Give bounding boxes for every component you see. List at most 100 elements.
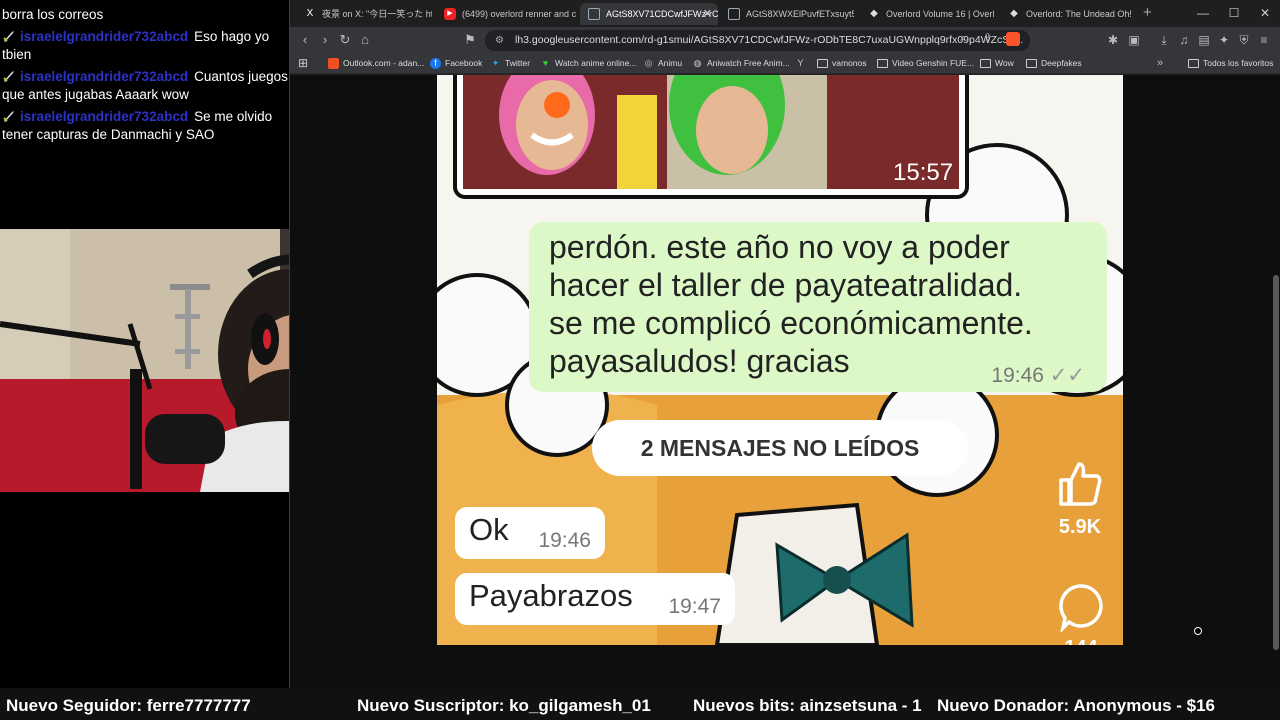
bits-alert: Nuevos bits: ainzsetsuna - 1 <box>693 696 922 715</box>
bookmark-item[interactable]: ◎ Animu <box>643 53 683 74</box>
meme-image: 15:57 perdón. este año no voy a poder ha… <box>437 75 1123 645</box>
double-check-icon: ✓✓ <box>1049 364 1085 387</box>
like-count: 5.9K <box>1058 516 1102 538</box>
bookmark-folder[interactable]: Video Genshin FUE... <box>877 53 974 74</box>
bookmark-label: Aniwatch Free Anim... <box>707 58 790 68</box>
subscriber-alert: Nuevo Suscriptor: ko_gilgamesh_01 <box>357 696 651 715</box>
folder-icon <box>980 59 991 68</box>
reload-button[interactable]: ↻ <box>336 31 354 49</box>
new-tab-button[interactable]: + <box>1143 3 1152 23</box>
browser-tab-active[interactable]: AGtS8XV71CDCwfJFWz-rC ✕ <box>580 3 718 25</box>
download-icon[interactable]: ⤓ <box>1156 32 1172 48</box>
message-line: hacer el taller de payateatralidad. <box>549 267 1023 303</box>
reply-bubble: Ok 19:46 <box>455 507 605 559</box>
tab-title: (6499) overlord renner and clim <box>462 9 576 19</box>
chat-message: israelelgrandrider732abcd Se me olvido te… <box>2 108 288 144</box>
bookmark-folder[interactable]: Deepfakes <box>1026 53 1082 74</box>
brave-shields-icon[interactable] <box>1006 32 1020 46</box>
reply-text: Ok <box>469 512 509 547</box>
chat-message-text: borra los correos <box>2 7 104 22</box>
zoom-icon[interactable]: ⌕ <box>960 30 966 46</box>
message-time: 19:46 ✓✓ <box>991 363 1085 388</box>
chat-username[interactable]: israelelgrandrider732abcd <box>20 69 188 84</box>
all-bookmarks-folder[interactable]: Todos los favoritos <box>1188 53 1273 74</box>
message-line: perdón. este año no voy a poder <box>549 229 1010 265</box>
bookmark-label: Wow <box>995 58 1014 68</box>
sword-badge-icon <box>3 111 14 122</box>
tab-strip: X 夜景 on X: "今日一笑った https: ▶ (6499) overl… <box>290 0 1280 27</box>
x-icon: X <box>306 8 314 19</box>
bookmark-folder[interactable]: vamonos <box>817 53 867 74</box>
stream-alert-bar: Nuevo Seguidor: ferre7777777 Nuevo Suscr… <box>0 688 1280 720</box>
reply-time: 19:46 <box>538 529 591 552</box>
donor-alert: Nuevo Donador: Anonymous - $16 <box>937 696 1216 715</box>
browser-toolbar: ‹ › ↻ ⌂ ⚑ ⚙ lh3.googleusercontent.com/rd… <box>290 27 1280 53</box>
bookmark-item[interactable]: ♥ Watch anime online... <box>540 53 637 74</box>
sword-badge-icon <box>3 31 14 42</box>
aniwatch-icon: ◍ <box>693 58 702 68</box>
like-thumb-icon[interactable] <box>1055 458 1105 508</box>
address-bar[interactable]: ⚙ lh3.googleusercontent.com/rd-g1smui/AG… <box>485 30 1030 51</box>
bookmark-folder[interactable]: Wow <box>980 53 1014 74</box>
message-line: se me complicó económicamente. <box>549 305 1033 341</box>
bookmark-label: Outlook.com - adan... <box>343 58 425 68</box>
wallet-icon[interactable]: ▤ <box>1196 32 1212 48</box>
bookmark-label: Animu <box>658 58 683 68</box>
stream-chat: borra los correos israelelgrandrider732a… <box>0 0 290 230</box>
chat-username[interactable]: israelelgrandrider732abcd <box>20 109 188 124</box>
follower-alert: Nuevo Seguidor: ferre7777777 <box>6 696 251 715</box>
chat-message: israelelgrandrider732abcd Cuantos juegos … <box>2 68 288 104</box>
twitter-icon: ✦ <box>491 58 500 68</box>
site-info-icon[interactable]: ⚙ <box>495 30 504 51</box>
menu-icon[interactable]: ≡ <box>1256 32 1272 48</box>
url-text: lh3.googleusercontent.com/rd-g1smui/AGtS… <box>515 34 1024 46</box>
maximize-button[interactable]: ☐ <box>1219 3 1249 23</box>
close-window-button[interactable]: ✕ <box>1250 3 1280 23</box>
page-viewport: 15:57 perdón. este año no voy a poder ha… <box>290 75 1280 688</box>
y-icon: Y <box>797 58 804 68</box>
reply-text: Payabrazos <box>469 578 633 613</box>
reply-time: 19:47 <box>668 595 721 618</box>
bookmark-item[interactable]: Outlook.com - adan... <box>328 53 424 74</box>
browser-tab[interactable]: X 夜景 on X: "今日一笑った https: <box>296 3 432 25</box>
browser-tab[interactable]: AGtS8XWXElPuvfETxsuyt5jNU <box>720 3 854 25</box>
chat-username[interactable]: israelelgrandrider732abcd <box>20 29 188 44</box>
share-icon[interactable]: ⇪ <box>983 30 992 46</box>
folder-icon <box>1026 59 1037 68</box>
page-scrollbar[interactable] <box>1273 275 1279 650</box>
sidebar-icon[interactable]: ▣ <box>1126 32 1142 48</box>
comment-bubble-icon[interactable] <box>1057 582 1107 632</box>
tab-title: Overlord Volume 16 | Overlord <box>886 9 994 19</box>
extensions-icon[interactable]: ✱ <box>1105 32 1121 48</box>
anime-icon: ♥ <box>542 58 549 68</box>
youtube-icon: ▶ <box>444 8 456 20</box>
bookmark-label: Todos los favoritos <box>1203 58 1274 68</box>
overlord-icon: ◆ <box>870 8 878 19</box>
back-button[interactable]: ‹ <box>296 31 314 49</box>
folder-icon <box>1188 59 1199 68</box>
more-bookmarks-chevron-icon[interactable]: » <box>1157 53 1163 74</box>
outlook-icon <box>328 58 339 69</box>
bookmark-page-button[interactable]: ⚑ <box>461 31 479 49</box>
apps-grid-icon: ⊞ <box>298 56 309 70</box>
vpn-icon[interactable]: ⛨ <box>1236 32 1252 48</box>
bookmark-item[interactable]: ◍ Aniwatch Free Anim... <box>692 53 790 74</box>
leo-icon[interactable]: ✦ <box>1216 32 1232 48</box>
folder-icon <box>877 59 888 68</box>
bookmark-item[interactable]: f Facebook <box>430 53 482 74</box>
browser-window: X 夜景 on X: "今日一笑った https: ▶ (6499) overl… <box>289 0 1280 688</box>
media-icon[interactable]: ♫ <box>1176 32 1192 48</box>
video-timestamp: 15:57 <box>893 159 954 186</box>
browser-tab[interactable]: ▶ (6499) overlord renner and clim <box>436 3 576 25</box>
browser-tab[interactable]: ◆ Overlord Volume 16 | Overlord <box>860 3 994 25</box>
bookmark-label: Facebook <box>445 58 483 68</box>
bookmark-item[interactable]: ✦ Twitter <box>490 53 530 74</box>
home-button[interactable]: ⌂ <box>356 31 374 49</box>
chat-message: borra los correos <box>2 6 288 24</box>
forward-button[interactable]: › <box>316 31 334 49</box>
minimize-button[interactable]: — <box>1188 3 1218 23</box>
browser-tab[interactable]: ◆ Overlord: The Undead Oh! Vol <box>1000 3 1134 25</box>
bookmark-item[interactable]: Y <box>795 53 810 74</box>
close-tab-icon[interactable]: ✕ <box>703 3 712 25</box>
apps-button[interactable]: ⊞ <box>298 53 308 74</box>
